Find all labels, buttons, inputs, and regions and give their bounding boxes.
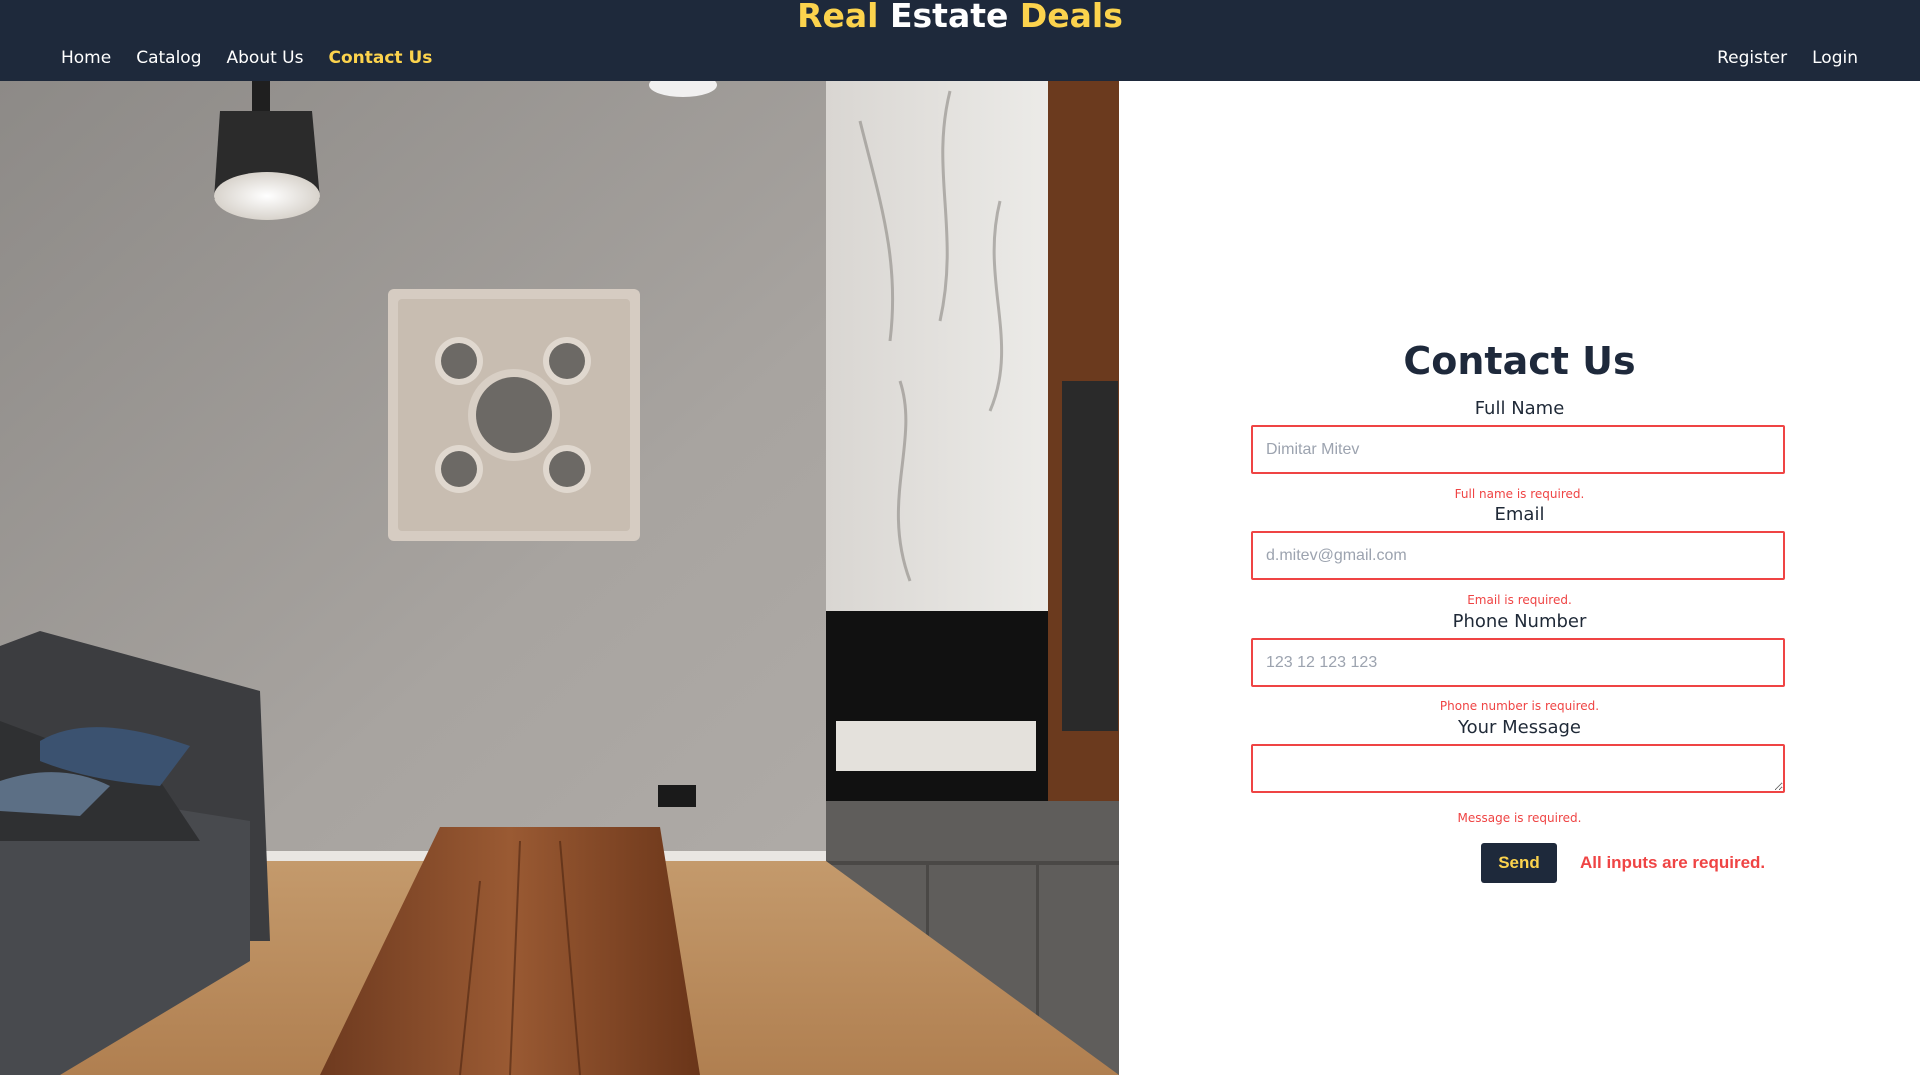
- email-label: Email: [1494, 504, 1545, 525]
- full-name-input[interactable]: [1251, 425, 1785, 474]
- email-input[interactable]: [1251, 531, 1785, 580]
- send-button[interactable]: Send: [1481, 843, 1557, 883]
- auth-nav: Register Login: [1717, 47, 1858, 69]
- message-label: Your Message: [1457, 717, 1582, 738]
- full-name-label: Full Name: [1474, 398, 1565, 419]
- phone-label: Phone Number: [1452, 611, 1587, 632]
- main-nav: Home Catalog About Us Contact Us: [61, 47, 432, 69]
- site-logo[interactable]: Real Estate Deals: [0, 0, 1920, 34]
- nav-login-link[interactable]: Login: [1812, 47, 1858, 69]
- top-navbar: Real Estate Deals Home Catalog About Us …: [0, 0, 1920, 81]
- phone-error: Phone number is required.: [1439, 699, 1600, 713]
- nav-register-link[interactable]: Register: [1717, 47, 1787, 69]
- form-error-message: All inputs are required.: [1580, 853, 1766, 872]
- contact-form-panel: Contact Us Full Name Full name is requir…: [1119, 81, 1920, 1075]
- page-title: Contact Us: [1403, 339, 1636, 383]
- full-name-error: Full name is required.: [1454, 487, 1585, 501]
- nav-about-link[interactable]: About Us: [227, 47, 304, 69]
- email-error: Email is required.: [1467, 593, 1572, 607]
- interior-photo: [0, 81, 1119, 1075]
- nav-catalog-link[interactable]: Catalog: [136, 47, 201, 69]
- nav-contact-link[interactable]: Contact Us: [328, 47, 432, 69]
- logo-word-deals: Deals: [1019, 0, 1123, 35]
- nav-home-link[interactable]: Home: [61, 47, 111, 69]
- logo-word-estate: Estate: [889, 0, 1009, 35]
- message-error: Message is required.: [1457, 811, 1582, 825]
- logo-word-real: Real: [797, 0, 879, 35]
- phone-input[interactable]: [1251, 638, 1785, 687]
- message-textarea[interactable]: [1251, 744, 1785, 793]
